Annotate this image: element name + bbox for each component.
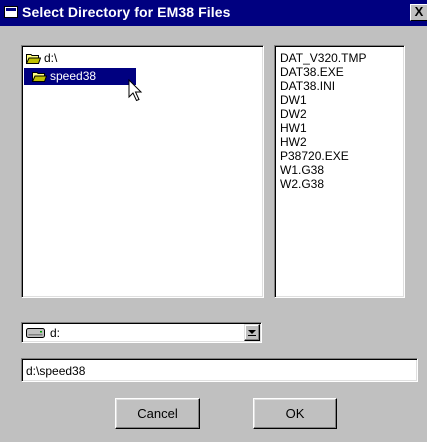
dropdown-underline	[248, 335, 256, 336]
close-button[interactable]: X	[410, 4, 427, 21]
select-directory-dialog: Select Directory for EM38 Files X d:\ sp…	[0, 0, 427, 442]
file-list-item[interactable]: DAT38.INI	[280, 79, 335, 93]
directory-label: d:\	[44, 51, 58, 65]
open-folder-icon	[26, 54, 41, 64]
directory-label: speed38	[50, 69, 97, 83]
directory-item-root[interactable]: d:\	[24, 50, 84, 67]
file-list-item[interactable]: P38720.EXE	[280, 149, 349, 163]
path-value: d:\speed38	[26, 364, 86, 378]
title-bar[interactable]: Select Directory for EM38 Files X	[0, 0, 427, 26]
file-list-item[interactable]: DW2	[280, 107, 307, 121]
mouse-cursor-icon	[128, 79, 143, 102]
chevron-down-icon	[248, 330, 256, 334]
directory-item-speed38[interactable]: speed38	[24, 68, 136, 85]
open-folder-icon	[32, 72, 47, 82]
drive-icon	[26, 328, 45, 338]
file-list-item[interactable]: DAT38.EXE	[280, 65, 344, 79]
window-icon	[4, 6, 18, 18]
file-list-item[interactable]: W2.G38	[280, 177, 324, 191]
close-icon: X	[414, 4, 424, 19]
ok-button[interactable]: OK	[253, 398, 337, 429]
path-field[interactable]: d:\speed38	[21, 358, 418, 382]
drive-select[interactable]: d:	[21, 322, 262, 343]
drive-value: d:	[50, 326, 61, 340]
cancel-button[interactable]: Cancel	[115, 398, 200, 429]
drive-dropdown-button[interactable]	[244, 324, 260, 341]
window-title: Select Directory for EM38 Files	[22, 4, 231, 20]
file-list-item[interactable]: HW1	[280, 121, 307, 135]
file-list-item[interactable]: W1.G38	[280, 163, 324, 177]
file-list-item[interactable]: DAT_V320.TMP	[280, 51, 366, 65]
file-list[interactable]: DAT_V320.TMP DAT38.EXE DAT38.INI DW1 DW2…	[274, 45, 405, 298]
file-list-item[interactable]: HW2	[280, 135, 307, 149]
file-list-item[interactable]: DW1	[280, 93, 307, 107]
